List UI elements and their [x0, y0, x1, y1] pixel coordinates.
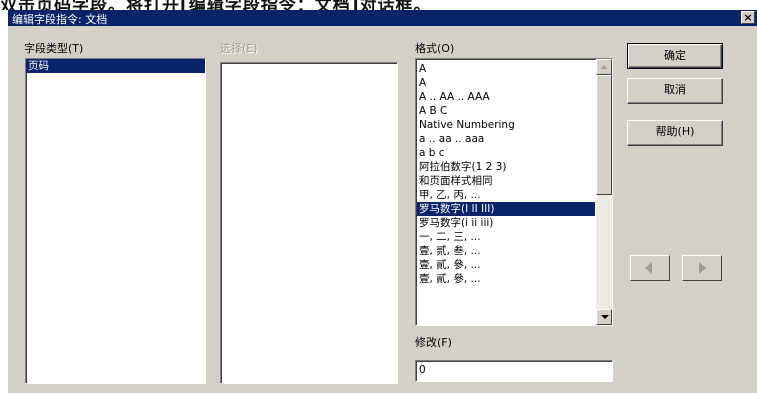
field-type-item[interactable]: 页码	[26, 59, 205, 73]
format-item[interactable]: A	[417, 62, 595, 76]
format-item[interactable]: 壹, 贰, 叁, ...	[417, 244, 595, 258]
format-item[interactable]: 壹, 貳, 參, ...	[417, 272, 595, 286]
top-caption: 双击页码字段。将打开[编辑字段指令：文档]对话框。	[0, 0, 432, 10]
format-item[interactable]: A .. AA .. AAA	[417, 90, 595, 104]
select-list[interactable]	[220, 62, 398, 384]
format-item[interactable]: 甲, 乙, 丙, ...	[417, 188, 595, 202]
format-item[interactable]: 罗马数字(I II III)	[417, 202, 595, 216]
format-label: 格式(O)	[415, 42, 455, 55]
close-icon: ×	[743, 11, 753, 24]
format-item[interactable]: 和页面样式相同	[417, 174, 595, 188]
title-bar: 编辑字段指令: 文档 ×	[8, 10, 757, 26]
format-item[interactable]: a b c	[417, 146, 595, 160]
dialog-title: 编辑字段指令: 文档	[12, 13, 108, 26]
scroll-down-icon	[601, 315, 609, 319]
scroll-thumb[interactable]	[596, 75, 612, 195]
format-item[interactable]: A	[417, 76, 595, 90]
scroll-down-button[interactable]	[596, 309, 612, 325]
previous-button[interactable]	[630, 255, 670, 281]
format-item[interactable]: Native Numbering	[417, 118, 595, 132]
format-item[interactable]: 壹, 貳, 參, ...	[417, 258, 595, 272]
modify-label: 修改(F)	[415, 336, 452, 349]
edit-field-dialog: 编辑字段指令: 文档 × 字段类型(T) 页码 选择(E) 格式(O) AAA …	[8, 10, 757, 393]
field-type-label: 字段类型(T)	[24, 42, 84, 55]
modify-field[interactable]: 0	[415, 360, 613, 382]
arrow-left-icon	[645, 262, 652, 274]
format-item[interactable]: A B C	[417, 104, 595, 118]
ok-button[interactable]: 确定	[627, 43, 723, 69]
format-list[interactable]: AAA .. AA .. AAA A B C Native Numbering a .…	[415, 58, 613, 326]
format-item[interactable]: 罗马数字(i ii iii)	[417, 216, 595, 230]
format-item[interactable]: a .. aa .. aaa	[417, 132, 595, 146]
close-button[interactable]: ×	[741, 11, 755, 24]
arrow-right-icon	[699, 262, 706, 274]
format-item[interactable]: 一, 二, 三, ...	[417, 230, 595, 244]
field-type-list[interactable]: 页码	[25, 58, 206, 384]
next-button[interactable]	[682, 255, 722, 281]
top-caption-strip: 双击页码字段。将打开[编辑字段指令：文档]对话框。	[0, 0, 757, 10]
scroll-up-icon	[601, 65, 607, 69]
select-label: 选择(E)	[220, 42, 258, 55]
format-item[interactable]: 阿拉伯数字(1 2 3)	[417, 160, 595, 174]
format-scrollbar[interactable]	[596, 59, 612, 325]
scroll-up-button[interactable]	[596, 59, 612, 75]
help-button[interactable]: 帮助(H)	[627, 120, 723, 146]
cancel-button[interactable]: 取消	[627, 78, 723, 104]
